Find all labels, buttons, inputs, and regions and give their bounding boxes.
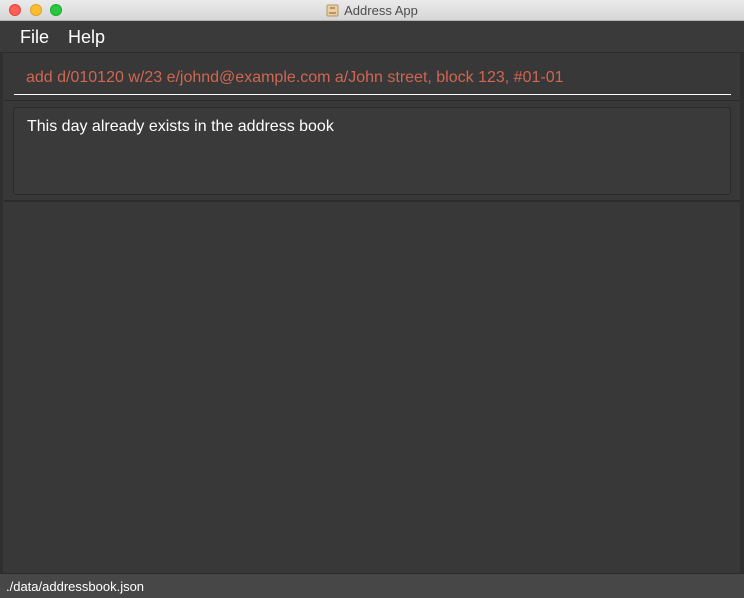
window-left-border [0,53,3,573]
menu-help[interactable]: Help [68,27,105,48]
command-input-underline [14,94,731,95]
save-location: ./data/addressbook.json [6,579,145,594]
command-input[interactable]: add d/010120 w/23 e/johnd@example.com a/… [26,69,563,87]
person-list-panel[interactable] [4,203,740,573]
app-window: Address App File Help add d/010120 w/23 … [0,0,744,598]
result-display[interactable]: This day already exists in the address b… [13,107,731,195]
menu-file[interactable]: File [20,27,49,48]
menu-bar: File Help [0,21,744,53]
app-folder-icon [326,4,339,17]
command-box: add d/010120 w/23 e/johnd@example.com a/… [4,54,740,101]
title-bar[interactable]: Address App [0,0,744,21]
window-title: Address App [344,3,418,18]
result-display-panel: This day already exists in the address b… [4,101,740,202]
status-bar: ./data/addressbook.json [0,573,744,598]
result-message: This day already exists in the address b… [27,118,334,135]
window-title-group: Address App [0,0,744,21]
window-right-border [740,53,744,573]
